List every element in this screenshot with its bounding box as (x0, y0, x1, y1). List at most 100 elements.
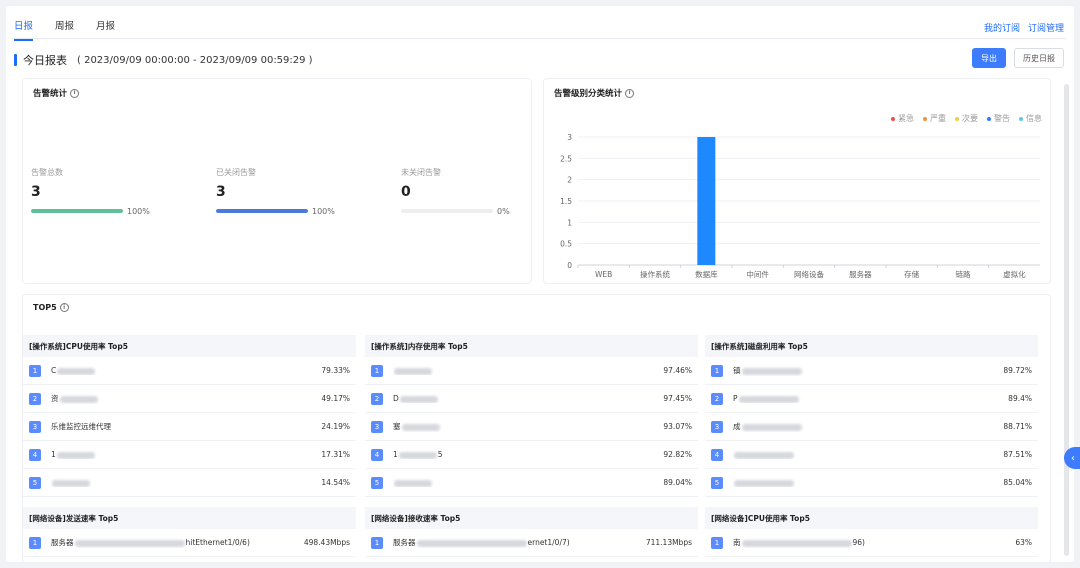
rank-badge: 1 (711, 536, 723, 549)
x-tick-label: 操作系统 (640, 269, 670, 279)
top5-row[interactable]: 1 97.46% (365, 357, 698, 385)
subscription-management-link[interactable]: 订阅管理 (1028, 21, 1064, 34)
top5-title: TOP5 i (33, 303, 69, 312)
row-name-text: 1 (51, 450, 56, 459)
x-tick-label: 虚拟化 (1003, 269, 1026, 279)
row-name: 资 (51, 393, 321, 404)
row-name: C (51, 366, 321, 375)
tabs-divider (12, 38, 1066, 39)
top5-row[interactable]: 2 D 97.45% (365, 385, 698, 413)
top5-row[interactable]: 5 89.04% (365, 469, 698, 497)
collapse-sidebar-button[interactable]: ‹ (1064, 447, 1080, 469)
row-name-suffix: 96) (852, 538, 865, 547)
rank-badge: 5 (29, 476, 41, 489)
redacted-text (734, 451, 794, 459)
row-name-text: 服务器 (51, 538, 74, 547)
row-name: 1 (51, 450, 321, 459)
row-name: 南 96) (733, 537, 1015, 548)
top-links: 我的订阅 订阅管理 (984, 21, 1064, 34)
top5-row[interactable]: 5 85.04% (705, 469, 1038, 497)
alarm-stats-card: 告警统计 i 告警总数 3 100% 已关闭告警 3 100% 未关闭告警 0 … (22, 78, 532, 284)
top5-row[interactable]: 3 成 88.71% (705, 413, 1038, 441)
redacted-text (394, 367, 432, 375)
row-name-text: C (51, 366, 57, 375)
my-subscription-link[interactable]: 我的订阅 (984, 21, 1020, 34)
x-tick-label: 数据库 (695, 269, 718, 279)
y-tick-label: 1.5 (560, 197, 572, 206)
row-name: P (733, 394, 1008, 403)
row-value: 49.17% (321, 394, 350, 403)
top5-panel-title: [操作系统]CPU使用率 Top5 (23, 335, 356, 357)
redacted-text (741, 539, 852, 547)
chevron-left-icon: ‹ (1071, 452, 1075, 464)
redacted-text (57, 367, 96, 375)
row-value: 93.07% (663, 422, 692, 431)
redacted-text (401, 423, 440, 431)
history-report-button[interactable]: 历史日报 (1014, 48, 1064, 68)
row-name (51, 478, 321, 487)
row-name-text: 服务器 (393, 538, 416, 547)
row-name: 乐维监控远维代理 (51, 421, 321, 432)
row-value: 89.72% (1003, 366, 1032, 375)
info-icon[interactable]: i (59, 303, 69, 312)
redacted-text (394, 479, 432, 487)
top5-row[interactable]: 4 1 17.31% (23, 441, 356, 469)
x-tick-label: 链路 (956, 269, 971, 279)
row-value: 89.4% (1008, 394, 1032, 403)
stat-value: 0 (401, 184, 411, 200)
top5-row[interactable]: 1 服务器 ernet1/0/7) 711.13Mbps (365, 529, 698, 557)
redacted-text (399, 395, 438, 403)
row-value: 17.31% (321, 450, 350, 459)
row-name: D (393, 394, 663, 403)
x-tick-label: WEB (595, 270, 612, 279)
progress-track (216, 209, 308, 213)
top5-row[interactable]: 3 乐维监控远维代理 24.19% (23, 413, 356, 441)
top5-row[interactable]: 4 87.51% (705, 441, 1038, 469)
progress: 0% (401, 207, 561, 216)
info-icon[interactable]: i (70, 88, 80, 98)
row-name-text: 镇 (733, 366, 741, 375)
rank-badge: 1 (29, 364, 41, 377)
stat-closed: 已关闭告警 3 100% (216, 167, 376, 216)
row-name (393, 366, 663, 375)
y-tick-label: 2 (567, 176, 572, 185)
bar[interactable] (697, 137, 716, 265)
progress-fill (216, 209, 308, 213)
row-name: 15 (393, 450, 663, 459)
row-value: 79.33% (321, 366, 350, 375)
row-value: 63% (1015, 538, 1032, 547)
top5-row[interactable]: 1 服务器 hitEthernet1/0/6) 498.43Mbps (23, 529, 356, 557)
row-value: 14.54% (321, 478, 350, 487)
row-name: 塞 (393, 421, 663, 432)
stat-label: 未关闭告警 (401, 168, 441, 177)
progress: 100% (31, 206, 191, 216)
stat-open: 未关闭告警 0 0% (401, 167, 561, 216)
row-name: 镇 (733, 365, 1003, 376)
top5-row[interactable]: 2 资 49.17% (23, 385, 356, 413)
export-button[interactable]: 导出 (972, 48, 1006, 68)
progress-track (401, 209, 493, 213)
top5-row[interactable]: 1 C 79.33% (23, 357, 356, 385)
row-name-text: 1 (393, 450, 398, 459)
top5-panel: [操作系统]内存使用率 Top5 1 97.46% 2 D 97.45% 3 塞 93.07% 4… (365, 335, 698, 497)
progress: 100% (216, 206, 376, 216)
top5-row[interactable]: 3 塞 93.07% (365, 413, 698, 441)
row-name-suffix: ernet1/0/7) (527, 538, 570, 547)
rank-badge: 3 (29, 420, 41, 433)
redacted-text (52, 479, 90, 487)
rank-badge: 1 (371, 536, 383, 549)
progress-percent: 100% (127, 206, 150, 216)
top5-row[interactable]: 1 镇 89.72% (705, 357, 1038, 385)
y-tick-label: 1 (567, 218, 572, 227)
row-value: 87.51% (1003, 450, 1032, 459)
progress-percent: 100% (312, 206, 335, 216)
top5-row[interactable]: 1 南 96) 63% (705, 529, 1038, 557)
time-range: ( 2023/09/09 00:00:00 - 2023/09/09 00:59… (77, 54, 313, 66)
top5-title-text: TOP5 (33, 303, 57, 312)
vertical-scrollbar[interactable] (1064, 84, 1069, 556)
top5-row[interactable]: 2 P 89.4% (705, 385, 1038, 413)
top5-row[interactable]: 4 1 5 92.82% (365, 441, 698, 469)
rank-badge: 3 (711, 420, 723, 433)
top5-row[interactable]: 5 14.54% (23, 469, 356, 497)
row-name: 服务器 ernet1/0/7) (393, 537, 646, 548)
